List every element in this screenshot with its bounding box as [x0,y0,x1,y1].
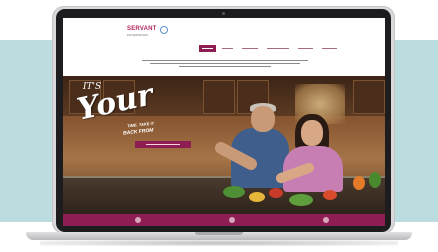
cta-label-placeholder [146,143,180,146]
hero-banner: IT'S Your TIME. TAKE IT BACK FROM [63,76,385,214]
cabinet-door [203,80,235,114]
nav-item-6[interactable] [319,45,340,52]
laptop-shadow [40,240,398,246]
logo-subtitle: ENTERPRISES [127,33,149,37]
main-navigation [199,45,340,52]
logo-badge-icon [160,26,168,34]
nav-item-3[interactable] [239,45,261,52]
hero-woman-head [301,120,323,146]
nav-item-2[interactable] [219,45,236,52]
logo-brand: SERVANT [127,26,157,32]
vegetable-greens [223,186,245,198]
webcam-icon [222,12,225,15]
vegetable-carrot [353,176,365,190]
nav-item-5[interactable] [295,45,316,52]
vegetable-pepper [249,192,265,202]
vegetable-greens [369,172,381,188]
nav-item-4[interactable] [264,45,292,52]
vegetable-tomato [269,188,283,198]
hero-cta-button[interactable] [135,141,191,148]
laptop-base-notch [195,232,243,235]
vegetable-greens [289,194,313,206]
website-screen: SERVANT ENTERPRISES IT'S Your TIME. TAKE… [63,18,385,226]
vegetable-tomato [323,190,337,200]
hero-tagline-2: BACK FROM [122,127,154,137]
footer-icon[interactable] [135,217,141,223]
cabinet-door [353,80,385,114]
intro-paragraph [139,58,311,69]
site-logo[interactable]: SERVANT ENTERPRISES [127,26,157,37]
site-footer-bar [63,214,385,226]
hero-man-head [251,106,275,132]
nav-item-1[interactable] [199,45,216,52]
footer-icon[interactable] [229,217,235,223]
footer-icon[interactable] [323,217,329,223]
